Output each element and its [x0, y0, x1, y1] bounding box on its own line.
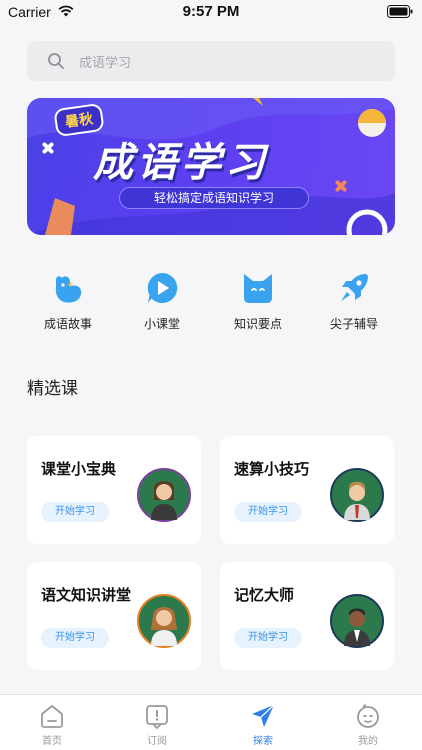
- teacher-avatar: [330, 468, 384, 522]
- status-bar: Carrier 9:57 PM: [0, 0, 422, 26]
- quick-entry-top-tutoring[interactable]: 尖子辅导: [312, 270, 396, 332]
- quick-entry-key-points[interactable]: 知识要点: [216, 270, 300, 332]
- course-card[interactable]: 课堂小宝典 开始学习: [27, 436, 201, 544]
- subscribe-icon: [146, 705, 168, 729]
- course-card[interactable]: 语文知识讲堂 开始学习: [27, 562, 201, 670]
- start-learning-button[interactable]: 开始学习: [41, 628, 109, 648]
- quick-entry-idiom-stories[interactable]: 成语故事: [26, 270, 110, 332]
- home-icon: [41, 705, 63, 728]
- quick-entry-label: 尖子辅导: [329, 317, 378, 331]
- promo-banner[interactable]: 暑秋 成语学习 轻松搞定成语知识学习: [27, 98, 395, 235]
- tab-label: 订阅: [147, 736, 167, 747]
- tab-profile[interactable]: 我的: [333, 703, 403, 747]
- status-time: 9:57 PM: [182, 3, 240, 20]
- course-title: 课堂小宝典: [41, 460, 117, 478]
- search-input[interactable]: 成语学习: [27, 41, 395, 81]
- start-learning-button[interactable]: 开始学习: [234, 502, 302, 522]
- section-title: 精选课: [27, 379, 78, 399]
- bird-icon: [55, 276, 82, 303]
- start-learning-button[interactable]: 开始学习: [234, 628, 302, 648]
- teacher-avatar: [137, 468, 191, 522]
- teacher-avatar: [137, 594, 191, 648]
- tab-label: 我的: [358, 736, 378, 747]
- course-card[interactable]: 记忆大师 开始学习: [220, 562, 394, 670]
- banner-title: 成语学习: [93, 140, 269, 186]
- quick-entry-mini-class[interactable]: 小课堂: [120, 270, 204, 332]
- course-title: 记忆大师: [234, 586, 295, 604]
- tab-home[interactable]: 首页: [17, 703, 87, 747]
- tab-bar: 首页 订阅 探索 我的: [0, 694, 422, 750]
- quick-entry-label: 知识要点: [233, 317, 282, 331]
- rocket-icon: [341, 274, 368, 301]
- quick-entry-label: 小课堂: [143, 317, 180, 331]
- explore-icon: [252, 704, 275, 727]
- start-learning-button[interactable]: 开始学习: [41, 502, 109, 522]
- banner-subtitle: 轻松搞定成语知识学习: [119, 187, 309, 209]
- teacher-avatar: [330, 594, 384, 648]
- cat-icon: [244, 274, 272, 303]
- course-card[interactable]: 速算小技巧 开始学习: [220, 436, 394, 544]
- tab-subscribe[interactable]: 订阅: [122, 703, 192, 747]
- profile-icon: [357, 703, 379, 728]
- quick-entry-label: 成语故事: [43, 317, 92, 331]
- search-icon: [48, 53, 64, 69]
- tab-explore[interactable]: 探索: [228, 703, 298, 747]
- course-title: 速算小技巧: [234, 460, 310, 478]
- search-placeholder: 成语学习: [79, 56, 132, 71]
- tab-label: 探索: [253, 736, 273, 747]
- course-title: 语文知识讲堂: [41, 586, 132, 604]
- tab-label: 首页: [42, 736, 62, 747]
- play-icon: [147, 272, 178, 303]
- battery-icon: [387, 5, 413, 18]
